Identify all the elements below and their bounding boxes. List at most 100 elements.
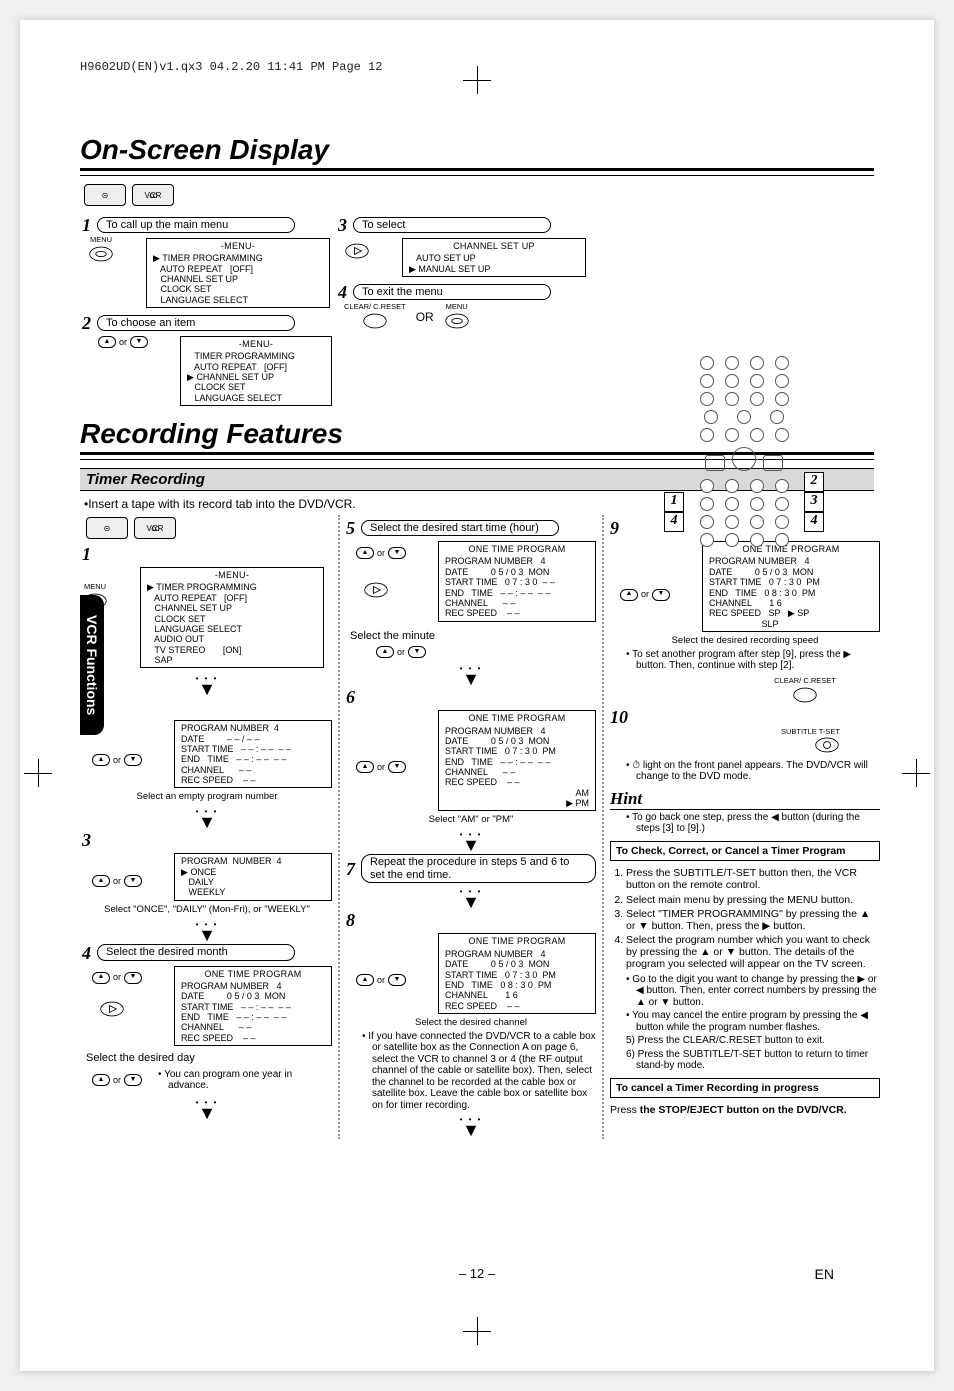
power-button-icon: [814, 736, 840, 754]
step-number: 5: [346, 519, 355, 537]
label: SUBTITLE T-SET: [610, 728, 840, 737]
check-cancel-list: Press the SUBTITLE/T-SET button then, th…: [626, 867, 880, 970]
text: Press: [610, 1104, 640, 1116]
step-number: 2: [82, 314, 91, 332]
section-title-osd: On-Screen Display: [80, 134, 874, 166]
vcr-cassette-icon: VCR: [132, 184, 174, 206]
language-code: EN: [815, 1266, 834, 1282]
step-heading: To choose an item: [97, 315, 295, 332]
dvd-drive-icon: ⊝: [86, 517, 128, 539]
step-heading: To exit the menu: [353, 284, 551, 301]
remote-callout: 4: [804, 512, 824, 532]
once-daily-weekly-panel: PROGRAM NUMBER 4 ▶ ONCE DAILY WEEKLY: [174, 853, 332, 900]
up-down-buttons-icon: ▲or▼: [376, 646, 426, 658]
page-number: – 12 –: [459, 1266, 495, 1281]
registration-mark-icon: [467, 70, 487, 90]
step-heading: Select the desired start time (hour): [361, 520, 559, 537]
step-heading: To call up the main menu: [97, 217, 295, 234]
up-down-buttons-icon: ▲or▼: [92, 861, 142, 900]
text: the STOP/EJECT button on the DVD/VCR.: [640, 1104, 847, 1116]
up-down-buttons-icon: ▲or▼: [92, 1069, 142, 1092]
step-number: 3: [338, 216, 347, 234]
program-panel: ONE TIME PROGRAM PROGRAM NUMBER 4 DATE 0…: [438, 710, 596, 811]
arrow-down-icon: CLEAR/ C.RESET: [730, 676, 880, 704]
arrow-down-icon: • • •▼: [346, 887, 596, 907]
label: CLEAR/ C.RESET: [344, 303, 406, 312]
menu-button-icon: [444, 312, 470, 330]
step-number: 4: [82, 944, 91, 962]
program-panel: ONE TIME PROGRAM PROGRAM NUMBER 4 DATE 0…: [174, 966, 332, 1046]
dvd-drive-icon: ⊝: [84, 184, 126, 206]
right-button-icon: [99, 1000, 125, 1018]
osd-menu-panel: -MENU- TIMER PROGRAMMING AUTO REPEAT [OF…: [180, 336, 332, 406]
note: • ⏱ light on the front panel appears. Th…: [626, 760, 880, 783]
step-heading: Repeat the procedure in steps 5 and 6 to…: [361, 854, 596, 883]
boxed-heading: To Check, Correct, or Cancel a Timer Pro…: [610, 841, 880, 862]
arrow-down-icon: • • •▼: [82, 807, 332, 827]
osd-channel-panel: CHANNEL SET UP AUTO SET UP ▶ MANUAL SET …: [402, 238, 586, 277]
step-subheading: Select the desired day: [86, 1052, 332, 1065]
registration-mark-icon: [906, 763, 926, 783]
up-down-buttons-icon: ▲or▼: [92, 732, 142, 788]
up-down-buttons-icon: ▲or▼: [356, 722, 406, 811]
step-number: 1: [82, 216, 91, 234]
step-heading: Select the desired month: [97, 944, 295, 961]
note: Select "ONCE", "DAILY" (Mon-Fri), or "WE…: [94, 905, 320, 916]
list-item: Press the SUBTITLE/T-SET button then, th…: [626, 867, 880, 891]
step-subheading: Select the minute: [350, 630, 596, 643]
list-item: • You may cancel the entire program by p…: [626, 1010, 880, 1033]
step-number: 6: [346, 688, 355, 706]
note: • You can program one year in advance.: [158, 1069, 332, 1092]
up-down-buttons-icon: ▲or▼: [356, 945, 406, 1013]
arrow-down-icon: • • •▼: [82, 920, 332, 940]
program-panel: PROGRAM NUMBER 4 DATE – – / – – START TI…: [174, 720, 332, 788]
osd-menu-panel: -MENU- ▶ TIMER PROGRAMMING AUTO REPEAT […: [140, 567, 324, 668]
list-item: • Go to the digit you want to change by …: [626, 974, 880, 1009]
label: MENU: [444, 303, 470, 312]
note: Select "AM" or "PM": [358, 815, 584, 826]
registration-mark-icon: [28, 763, 48, 783]
clear-button-icon: [792, 686, 818, 704]
list-item: Select "TIMER PROGRAMMING" by pressing t…: [626, 908, 880, 932]
step-number: 3: [82, 831, 91, 849]
up-down-buttons-icon: ▲or▼: [98, 336, 148, 348]
arrow-down-icon: • • •▼: [82, 674, 332, 694]
remote-callout: 2: [804, 472, 824, 492]
menu-button-icon: [88, 245, 114, 263]
step-number: 7: [346, 860, 355, 878]
osd-menu-panel: -MENU- ▶ TIMER PROGRAMMING AUTO REPEAT […: [146, 238, 330, 308]
note: • To go back one step, press the ◀ butto…: [626, 812, 880, 835]
arrow-down-icon: • • •▼: [346, 1115, 596, 1135]
hint-heading: Hint: [610, 789, 880, 810]
program-panel: ONE TIME PROGRAM PROGRAM NUMBER 4 DATE 0…: [438, 933, 596, 1013]
arrow-down-icon: • • •▼: [346, 664, 596, 684]
right-button-icon: [363, 581, 389, 599]
registration-mark-icon: [467, 1321, 487, 1341]
list-item: Select the program number which you want…: [626, 934, 880, 970]
note: • To set another program after step [9],…: [626, 649, 880, 672]
up-down-buttons-icon: ▲or▼: [356, 547, 406, 559]
note: Select an empty program number: [94, 792, 320, 803]
arrow-down-icon: • • •▼: [346, 830, 596, 850]
arrow-down-icon: • • •▼: [82, 1098, 332, 1118]
label: MENU: [88, 236, 114, 245]
side-tab-vcr-functions: VCR Functions: [80, 595, 104, 735]
clear-button-icon: [362, 312, 388, 330]
right-button-icon: [344, 242, 370, 260]
boxed-heading: To cancel a Timer Recording in progress: [610, 1078, 880, 1099]
remote-callout: 4: [664, 512, 684, 532]
note: Select the desired channel: [358, 1018, 584, 1029]
program-panel: ONE TIME PROGRAM PROGRAM NUMBER 4 DATE 0…: [438, 541, 596, 621]
remote-callout: 3: [804, 492, 824, 512]
note: Select the desired recording speed: [622, 636, 868, 647]
list-item: Select main menu by pressing the MENU bu…: [626, 894, 880, 906]
step-number: 9: [610, 519, 619, 537]
step-number: 4: [338, 283, 347, 301]
list-item: 6) Press the SUBTITLE/T-SET button to re…: [626, 1049, 880, 1072]
step-number: 1: [82, 545, 91, 563]
step-heading: To select: [353, 217, 551, 234]
vcr-cassette-icon: VCR: [134, 517, 176, 539]
remote-control-diagram: 1 4 2 3 4: [694, 354, 794, 564]
or-label: OR: [416, 311, 434, 325]
step-number: 10: [610, 708, 628, 726]
